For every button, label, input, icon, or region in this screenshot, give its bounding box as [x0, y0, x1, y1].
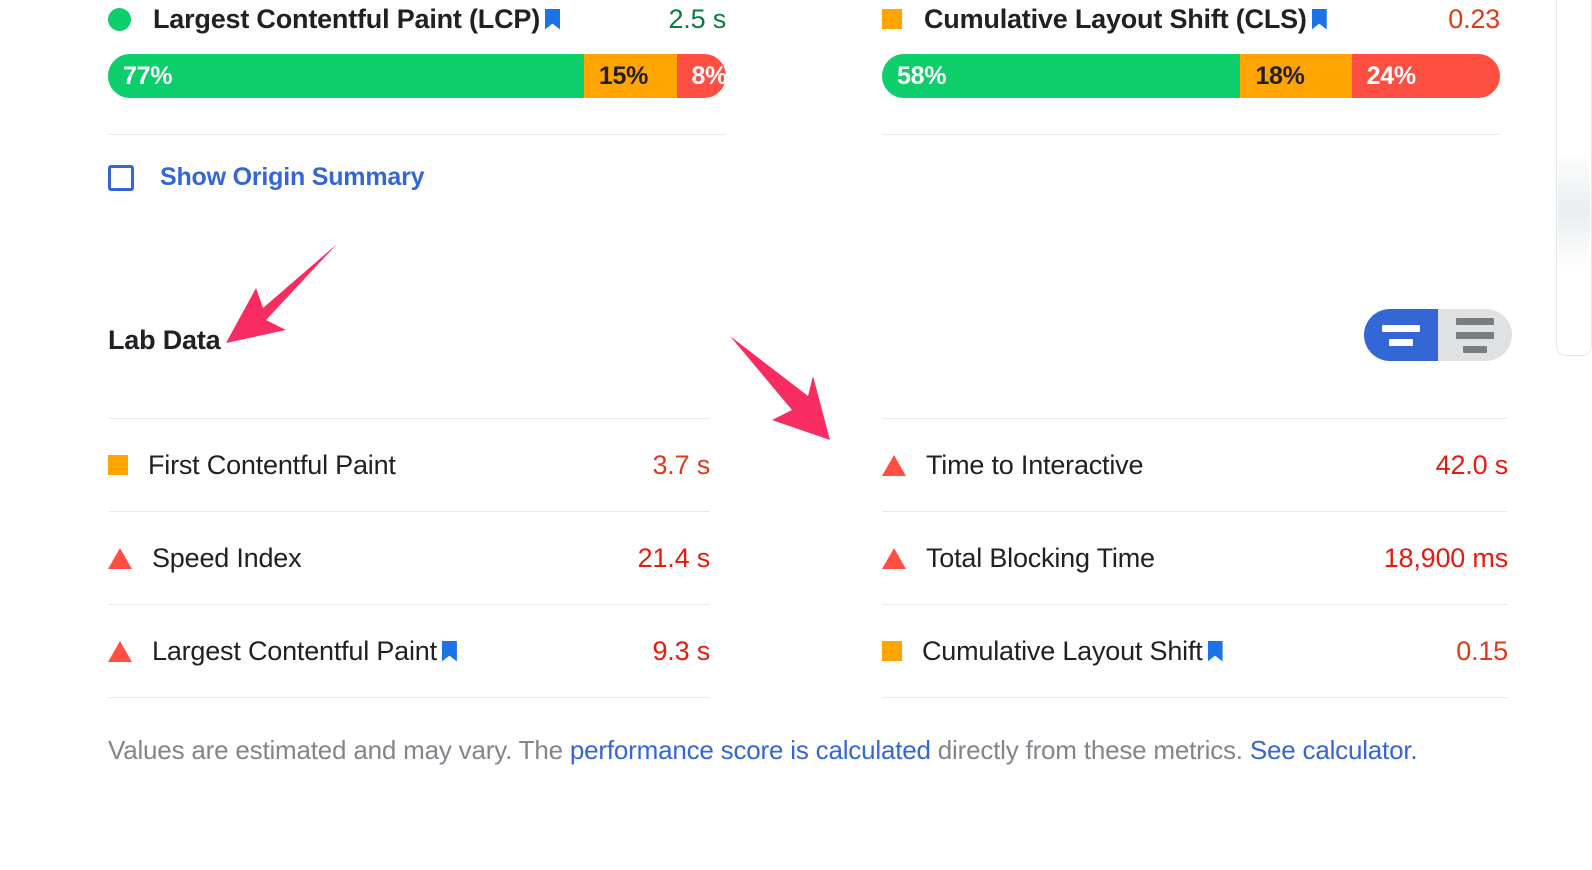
lab-metric-name: Cumulative Layout Shift [922, 635, 1203, 666]
lab-metric-name: Time to Interactive [926, 449, 1144, 480]
divider [108, 134, 726, 135]
field-metric-cls: Cumulative Layout Shift (CLS) 0.23 58% 1… [774, 0, 1548, 135]
lab-row-total-blocking-time[interactable]: Total Blocking Time 18,900 ms [882, 512, 1508, 604]
lab-metric-name: Speed Index [152, 542, 302, 573]
lab-metric-value: 0.15 [1456, 635, 1508, 666]
toggle-line [1456, 331, 1494, 339]
right-panel-scroll-thumb[interactable] [1558, 150, 1590, 270]
lab-metric-name: Largest Contentful Paint [152, 635, 437, 666]
divider [882, 697, 1508, 698]
distribution-segment-poor: 24% [1351, 54, 1500, 98]
toggle-line [1389, 338, 1413, 346]
divider [108, 697, 710, 698]
metric-name: Cumulative Layout Shift (CLS) [924, 3, 1307, 34]
lab-row-cumulative-layout-shift[interactable]: Cumulative Layout Shift 0.15 [882, 605, 1508, 697]
lab-metric-value: 42.0 s [1435, 449, 1509, 480]
lab-row-speed-index[interactable]: Speed Index 21.4 s [108, 512, 710, 604]
distribution-segment-poor: 8% [676, 54, 726, 98]
status-square-icon [882, 9, 902, 29]
page-root: Largest Contentful Paint (LCP) 2.5 s 77%… [0, 0, 1592, 870]
show-origin-summary-checkbox[interactable] [108, 164, 134, 191]
distribution-segment-average: 15% [583, 54, 677, 98]
lab-data-title: Lab Data [108, 325, 221, 355]
field-data-grid: Largest Contentful Paint (LCP) 2.5 s 77%… [0, 0, 1548, 135]
annotation-arrow-to-lab-data [226, 244, 337, 343]
metric-value: 2.5 s [668, 3, 726, 34]
see-calculator-link[interactable]: See calculator. [1250, 735, 1418, 765]
lab-data-grid: First Contentful Paint 3.7 s Speed Index… [0, 418, 1548, 698]
show-origin-summary-label[interactable]: Show Origin Summary [160, 163, 425, 192]
lab-metric-value: 21.4 s [637, 542, 711, 573]
status-circle-icon [108, 7, 131, 31]
lab-metric-value: 9.3 s [652, 635, 710, 666]
toggle-line [1463, 345, 1487, 353]
bookmark-icon[interactable] [545, 9, 560, 30]
distribution-segment-average: 18% [1240, 54, 1352, 98]
lab-row-largest-contentful-paint[interactable]: Largest Contentful Paint 9.3 s [108, 605, 710, 697]
lab-row-first-contentful-paint[interactable]: First Contentful Paint 3.7 s [108, 419, 710, 511]
lab-row-time-to-interactive[interactable]: Time to Interactive 42.0 s [882, 419, 1508, 511]
field-metric-lcp: Largest Contentful Paint (LCP) 2.5 s 77%… [0, 0, 774, 135]
status-square-icon [108, 455, 128, 475]
lab-metric-name: First Contentful Paint [148, 449, 396, 480]
lab-metric-value: 3.7 s [652, 449, 710, 480]
lab-data-left-column: First Contentful Paint 3.7 s Speed Index… [0, 418, 774, 698]
bookmark-icon[interactable] [1312, 9, 1327, 30]
status-triangle-icon [108, 547, 132, 569]
distribution-segment-good: 58% [882, 54, 1241, 98]
metric-header: Cumulative Layout Shift (CLS) 0.23 [882, 0, 1500, 38]
bookmark-icon[interactable] [1208, 641, 1223, 662]
divider [882, 134, 1500, 135]
bookmark-icon[interactable] [442, 641, 457, 662]
lab-data-view-toggle[interactable] [1364, 309, 1512, 361]
performance-score-link[interactable]: performance score is calculated [570, 735, 931, 765]
toggle-line [1456, 317, 1494, 325]
status-triangle-icon [108, 640, 132, 662]
toggle-compact-view-button[interactable] [1438, 309, 1512, 361]
footnote-text-part-2: directly from these metrics. [930, 735, 1250, 765]
toggle-line [1382, 324, 1420, 332]
distribution-bar: 77% 15% 8% [108, 54, 726, 98]
status-square-icon [882, 641, 902, 661]
toggle-expanded-view-button[interactable] [1364, 309, 1438, 361]
footnote-text-part-1: Values are estimated and may vary. The [108, 735, 570, 765]
metric-header: Largest Contentful Paint (LCP) 2.5 s [108, 0, 726, 38]
lab-data-right-column: Time to Interactive 42.0 s Total Blockin… [774, 418, 1548, 698]
lab-metric-name: Total Blocking Time [926, 542, 1155, 573]
lab-metric-value: 18,900 ms [1383, 542, 1508, 573]
status-triangle-icon [882, 454, 906, 476]
lab-data-footnote: Values are estimated and may vary. The p… [108, 726, 1428, 774]
metric-name: Largest Contentful Paint (LCP) [153, 3, 540, 34]
show-origin-summary-row[interactable]: Show Origin Summary [108, 163, 425, 192]
distribution-bar: 58% 18% 24% [882, 54, 1500, 98]
distribution-segment-good: 77% [108, 54, 584, 98]
metric-value: 0.23 [1448, 3, 1500, 34]
status-triangle-icon [882, 547, 906, 569]
